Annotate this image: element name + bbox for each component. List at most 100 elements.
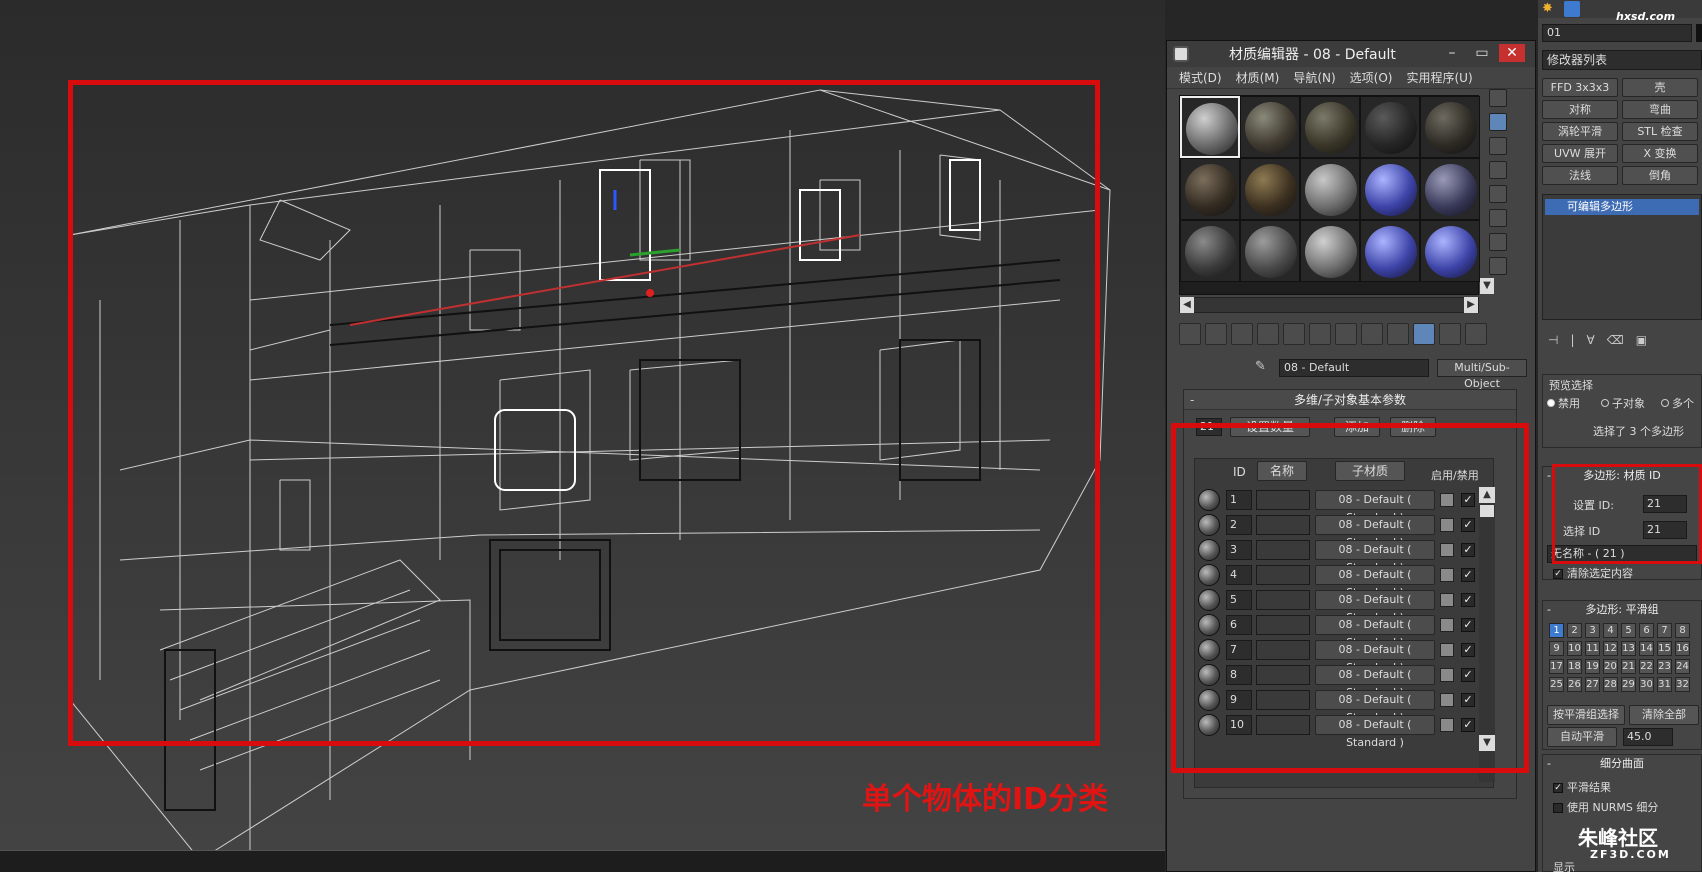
smoothing-group-button[interactable]: 17 (1549, 659, 1564, 674)
smoothing-group-button[interactable]: 20 (1603, 659, 1618, 674)
sample-slot[interactable] (1420, 220, 1480, 282)
get-material-icon[interactable] (1179, 323, 1201, 345)
modifier-button[interactable]: X 变换 (1622, 144, 1698, 163)
go-to-parent-icon[interactable] (1413, 323, 1435, 345)
menu-options[interactable]: 选项(O) (1350, 69, 1393, 86)
sample-slot[interactable] (1240, 158, 1300, 220)
scroll-left-icon[interactable]: ◀ (1180, 297, 1194, 313)
smoothing-group-button[interactable]: 8 (1675, 623, 1690, 638)
smoothing-group-button[interactable]: 12 (1603, 641, 1618, 656)
assign-to-selection-icon[interactable] (1231, 323, 1253, 345)
smoothing-groups-header[interactable]: - 多边形: 平滑组 (1543, 601, 1701, 619)
sample-slot[interactable] (1360, 220, 1420, 282)
modifier-button[interactable]: FFD 3x3x3 (1542, 78, 1618, 97)
subdivision-header[interactable]: - 细分曲面 (1543, 755, 1701, 773)
smoothing-group-button[interactable]: 2 (1567, 623, 1582, 638)
smoothing-group-button[interactable]: 29 (1621, 677, 1636, 692)
video-color-check-icon[interactable] (1489, 185, 1507, 203)
sample-slot[interactable] (1240, 220, 1300, 282)
use-nurms-checkbox[interactable]: 使用 NURMS 细分 (1553, 799, 1658, 815)
preview-option-subobject[interactable]: 子对象 (1601, 395, 1645, 411)
modifier-button[interactable]: UVW 展开 (1542, 144, 1618, 163)
smoothing-group-button[interactable]: 11 (1585, 641, 1600, 656)
show-end-result-icon[interactable] (1387, 323, 1409, 345)
smoothing-group-button[interactable]: 28 (1603, 677, 1618, 692)
smoothing-group-button[interactable]: 18 (1567, 659, 1582, 674)
make-preview-icon[interactable] (1489, 209, 1507, 227)
stack-item-editable-poly[interactable]: 可编辑多边形 (1545, 199, 1699, 215)
auto-smooth-threshold[interactable]: 45.0 (1623, 728, 1673, 746)
rollout-header[interactable]: - 多维/子对象基本参数 (1184, 390, 1516, 410)
smoothing-group-button[interactable]: 4 (1603, 623, 1618, 638)
preview-option-multi[interactable]: 多个 (1661, 395, 1694, 411)
sample-slot[interactable] (1240, 96, 1300, 158)
smoothing-group-button[interactable]: 5 (1621, 623, 1636, 638)
sample-type-icon[interactable] (1489, 89, 1507, 107)
slots-scroll-down[interactable]: ▼ (1480, 278, 1494, 294)
eyedropper-icon[interactable]: ✎ (1255, 359, 1273, 377)
smooth-result-checkbox[interactable]: ✓ 平滑结果 (1553, 779, 1611, 795)
sample-slot[interactable] (1180, 220, 1240, 282)
configure-modifier-icon[interactable]: ▣ (1636, 333, 1647, 347)
slots-horizontal-scrollbar[interactable]: ◀ ▶ (1179, 297, 1479, 313)
sample-slot[interactable] (1300, 220, 1360, 282)
modifier-button[interactable]: 法线 (1542, 166, 1618, 185)
sample-slot[interactable] (1300, 96, 1360, 158)
modifier-button[interactable]: 涡轮平滑 (1542, 122, 1618, 141)
material-type-button[interactable]: Multi/Sub-Object (1437, 359, 1527, 390)
sample-slot[interactable] (1420, 96, 1480, 158)
background-icon[interactable] (1489, 137, 1507, 155)
modifier-button[interactable]: 倒角 (1622, 166, 1698, 185)
remove-modifier-icon[interactable]: ⌫ (1607, 333, 1624, 347)
modifier-button[interactable]: STL 检查 (1622, 122, 1698, 141)
smoothing-group-button[interactable]: 31 (1657, 677, 1672, 692)
sample-slot[interactable] (1360, 96, 1420, 158)
material-name-field[interactable]: 08 - Default (1279, 359, 1429, 377)
maximize-button[interactable]: ▭ (1469, 44, 1495, 62)
sample-slot[interactable] (1420, 158, 1480, 220)
smoothing-group-button[interactable]: 22 (1639, 659, 1654, 674)
clear-all-button[interactable]: 清除全部 (1629, 705, 1699, 725)
smoothing-group-button[interactable]: 7 (1657, 623, 1672, 638)
object-color-swatch[interactable] (1696, 24, 1702, 42)
smoothing-group-button[interactable]: 1 (1549, 623, 1564, 638)
uv-tiling-icon[interactable] (1489, 161, 1507, 179)
material-id-channel-icon[interactable] (1335, 323, 1357, 345)
smoothing-group-button[interactable]: 25 (1549, 677, 1564, 692)
close-button[interactable]: ✕ (1499, 44, 1525, 62)
menu-navigation[interactable]: 导航(N) (1293, 69, 1335, 86)
menu-mode[interactable]: 模式(D) (1179, 69, 1222, 86)
put-to-library-icon[interactable] (1309, 323, 1331, 345)
smoothing-group-button[interactable]: 13 (1621, 641, 1636, 656)
smoothing-group-button[interactable]: 15 (1657, 641, 1672, 656)
go-forward-sibling-icon[interactable] (1439, 323, 1461, 345)
object-name-field[interactable]: 01 (1542, 24, 1692, 42)
select-by-material-icon[interactable] (1489, 257, 1507, 275)
sample-slot[interactable] (1180, 158, 1240, 220)
auto-smooth-button[interactable]: 自动平滑 (1547, 727, 1617, 747)
menu-material[interactable]: 材质(M) (1236, 69, 1280, 86)
smoothing-group-button[interactable]: 10 (1567, 641, 1582, 656)
smoothing-group-button[interactable]: 26 (1567, 677, 1582, 692)
sample-slot[interactable] (1300, 158, 1360, 220)
pick-material-icon[interactable] (1465, 323, 1487, 345)
backlight-icon[interactable] (1489, 113, 1507, 131)
put-to-scene-icon[interactable] (1205, 323, 1227, 345)
sample-slot[interactable] (1180, 96, 1240, 158)
smoothing-group-button[interactable]: 30 (1639, 677, 1654, 692)
smoothing-group-button[interactable]: 14 (1639, 641, 1654, 656)
reset-map-icon[interactable] (1257, 323, 1279, 345)
modify-tab-icon[interactable] (1564, 1, 1580, 17)
scroll-right-icon[interactable]: ▶ (1464, 297, 1478, 313)
smoothing-group-button[interactable]: 9 (1549, 641, 1564, 656)
smoothing-group-button[interactable]: 19 (1585, 659, 1600, 674)
menu-utilities[interactable]: 实用程序(U) (1406, 69, 1472, 86)
sample-slot[interactable] (1360, 158, 1420, 220)
viewport-perspective[interactable]: 单个物体的ID分类 (0, 0, 1165, 872)
smoothing-group-button[interactable]: 32 (1675, 677, 1690, 692)
show-shaded-icon[interactable] (1361, 323, 1383, 345)
smoothing-group-button[interactable]: 21 (1621, 659, 1636, 674)
smoothing-group-button[interactable]: 6 (1639, 623, 1654, 638)
clear-selection-checkbox[interactable]: ✓ 清除选定内容 (1553, 565, 1633, 581)
modifier-button[interactable]: 弯曲 (1622, 100, 1698, 119)
